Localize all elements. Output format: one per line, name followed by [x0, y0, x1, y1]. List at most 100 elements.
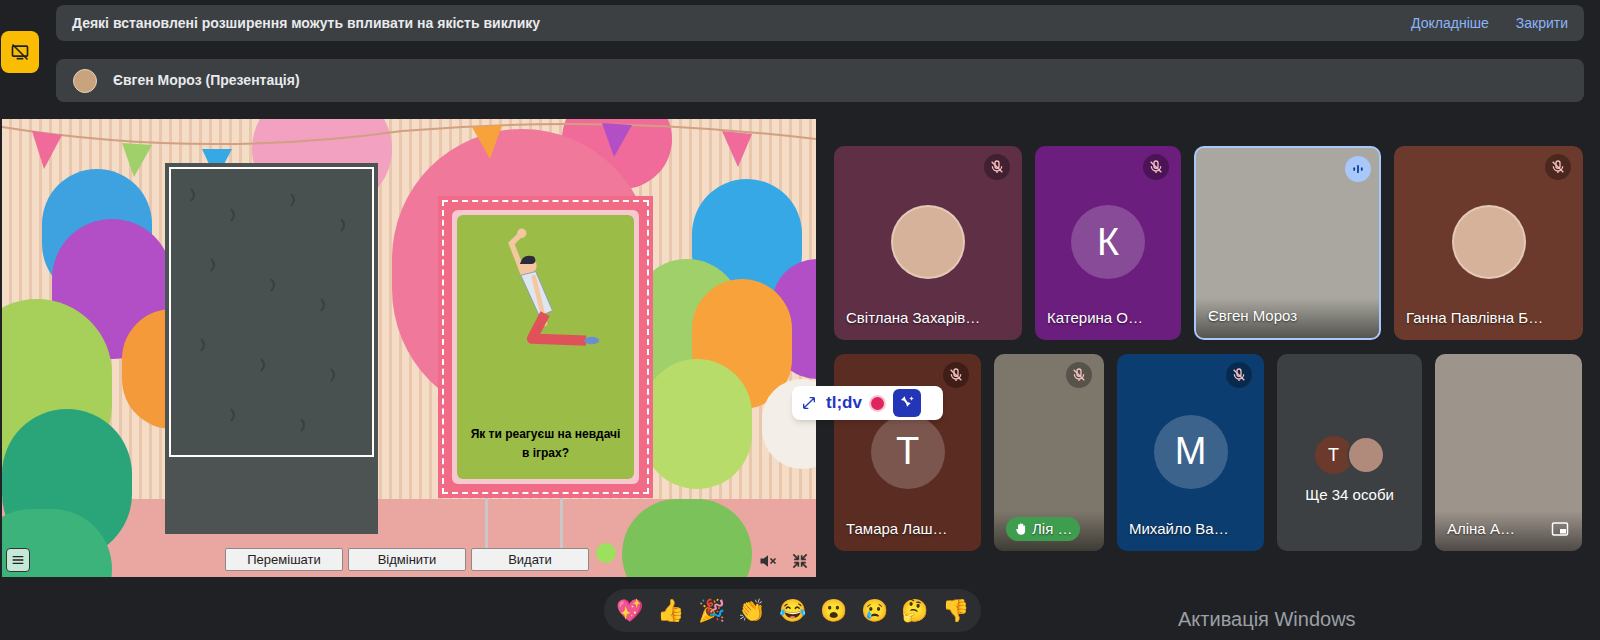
yoga-figure-icon — [476, 223, 616, 363]
overflow-label[interactable]: Ще 34 особи — [1305, 484, 1394, 507]
slide-button[interactable]: Відмінити — [348, 548, 466, 571]
tile-center: К — [1035, 184, 1181, 300]
deck-frame — [169, 167, 374, 457]
header: Деякі встановлені розширення можуть впли… — [0, 0, 1600, 102]
notification-bar: Деякі встановлені розширення можуть впли… — [56, 5, 1584, 41]
tile-center — [1394, 184, 1583, 300]
speaking-slot — [1345, 156, 1371, 186]
reaction-button[interactable]: 👎 — [942, 600, 969, 622]
card-deck[interactable] — [165, 163, 378, 534]
card-rim: Як ти реагуєш на невдачі в іграх? — [452, 210, 639, 484]
tile-status — [834, 146, 1022, 184]
reaction-bar: 💖 👍 🎉 👏 😂 😮 😢 🤔 👎 — [604, 589, 981, 632]
tile-footer: Євген Мороз — [1196, 298, 1379, 338]
reaction-button[interactable]: 👍 — [657, 600, 684, 622]
windows-watermark: Активація Windows — [1178, 604, 1356, 634]
tile-status — [1394, 146, 1583, 184]
tile-footer: Ганна Павлівна Б… — [1394, 300, 1583, 340]
recorder-widget[interactable]: tl;dv — [792, 386, 943, 420]
main-area: Як ти реагуєш на невдачі в іграх? Переміш… — [0, 119, 1600, 577]
recorder-label: tl;dv — [826, 390, 862, 416]
avatar-photo — [891, 205, 965, 279]
notification-link[interactable]: Закрити — [1516, 13, 1568, 34]
tile-footer: Світлана Захарів… — [834, 300, 1022, 340]
name-label: Тамара Лаш… — [846, 518, 948, 541]
tile-center — [834, 184, 1022, 300]
avatar-initial: К — [1071, 205, 1145, 279]
name-label: Аліна А… — [1447, 518, 1515, 541]
notification-text: Деякі встановлені розширення можуть впли… — [72, 13, 1411, 34]
participant-tile[interactable]: Ганна Павлівна Б… — [1394, 146, 1583, 340]
name-label: Євген Мороз — [1208, 305, 1297, 328]
participant-tile[interactable]: М Михайло Ва… — [1117, 354, 1264, 551]
tile-row: Світлана Захарів… К Катерина О… Євген Мороз… — [834, 146, 1583, 340]
name-label: Ганна Павлівна Б… — [1406, 307, 1543, 330]
participant-tile[interactable]: К Катерина О… — [1035, 146, 1181, 340]
participant-grid: Світлана Захарів… К Катерина О… Євген Мороз… — [834, 146, 1583, 551]
picture-in-picture-icon[interactable] — [1550, 520, 1570, 538]
participant-name: Лія … — [1032, 518, 1072, 541]
participant-tile[interactable]: Євген Мороз — [1194, 146, 1381, 340]
mic-off-icon — [1545, 154, 1571, 180]
name-label: Михайло Ва… — [1129, 518, 1229, 541]
participant-name: Євген Мороз — [1208, 305, 1297, 328]
participant-tile[interactable]: Лія … — [994, 354, 1104, 551]
tile-footer: Лія … — [994, 511, 1104, 551]
reaction-button[interactable]: 👏 — [738, 600, 765, 622]
avatar-initial: М — [1154, 415, 1228, 489]
presentation-off-icon[interactable] — [1, 31, 39, 73]
tile-footer: Михайло Ва… — [1117, 511, 1264, 551]
self-slot — [1550, 520, 1570, 538]
mic-off-icon — [1143, 154, 1169, 180]
card-border: Як ти реагуєш на невдачі в іграх? — [442, 200, 649, 494]
participant-tile[interactable]: Світлана Захарів… — [834, 146, 1022, 340]
participant-tile[interactable]: Т Ще 34 особи — [1277, 354, 1422, 551]
tile-status — [1435, 354, 1582, 392]
presenter-bar: Євген Мороз (Презентація) — [56, 59, 1584, 102]
tile-row: Т Тамара Лаш… Лія … М Михайло Ва… Т Ще 34 особ… — [834, 354, 1583, 551]
sparkle-pin-icon[interactable] — [893, 389, 921, 417]
tile-status — [1035, 146, 1181, 184]
tile-footer: Тамара Лаш… — [834, 511, 981, 551]
tile-center — [1196, 186, 1379, 298]
speaker-muted-icon[interactable] — [757, 551, 779, 571]
slide-button[interactable]: Видати — [471, 548, 589, 571]
avatar-letter: Т — [1328, 442, 1339, 469]
menu-icon[interactable] — [6, 548, 30, 572]
reaction-button[interactable]: 😂 — [779, 600, 806, 622]
notification-link[interactable]: Докладніше — [1411, 13, 1489, 34]
speaking-icon — [1345, 156, 1371, 182]
participant-name: Аліна А… — [1447, 518, 1515, 541]
tile-center: М — [1117, 392, 1264, 511]
participant-tile[interactable]: Аліна А… — [1435, 354, 1582, 551]
reaction-button[interactable]: 🎉 — [698, 600, 725, 622]
recording-dot — [871, 397, 884, 410]
reaction-button[interactable]: 🤔 — [901, 600, 928, 622]
card-face: Як ти реагуєш на невдачі в іграх? — [457, 215, 634, 479]
reaction-button[interactable]: 💖 — [616, 600, 643, 622]
presenter-label: Євген Мороз (Презентація) — [113, 70, 300, 91]
tile-footer: Аліна А… — [1435, 511, 1582, 551]
slide-button[interactable]: Перемішати — [225, 548, 343, 571]
collapse-icon[interactable] — [790, 551, 810, 571]
avatar-letter: М — [1175, 423, 1207, 480]
mic-off-icon — [943, 362, 969, 388]
avatar-letter: Т — [896, 423, 919, 480]
tile-footer: Катерина О… — [1035, 300, 1181, 340]
presenter-avatar — [73, 69, 97, 93]
tile-center — [1435, 392, 1582, 511]
avatar-initial: Т — [871, 415, 945, 489]
tile-center — [994, 392, 1104, 511]
avatar-photo — [1347, 436, 1385, 474]
participant-tile[interactable]: Т Тамара Лаш… — [834, 354, 981, 551]
reaction-button[interactable]: 😮 — [820, 600, 847, 622]
mic-off-icon — [1066, 362, 1092, 388]
participant-name: Катерина О… — [1047, 307, 1143, 330]
card-question: Як ти реагуєш на невдачі в іграх? — [457, 425, 634, 463]
participant-name: Тамара Лаш… — [846, 518, 948, 541]
tile-status — [1196, 148, 1379, 186]
expand-icon[interactable] — [801, 395, 817, 411]
presentation-slide: Як ти реагуєш на невдачі в іграх? Переміш… — [2, 119, 816, 577]
reaction-button[interactable]: 😢 — [861, 600, 888, 622]
mic-off-icon — [984, 154, 1010, 180]
